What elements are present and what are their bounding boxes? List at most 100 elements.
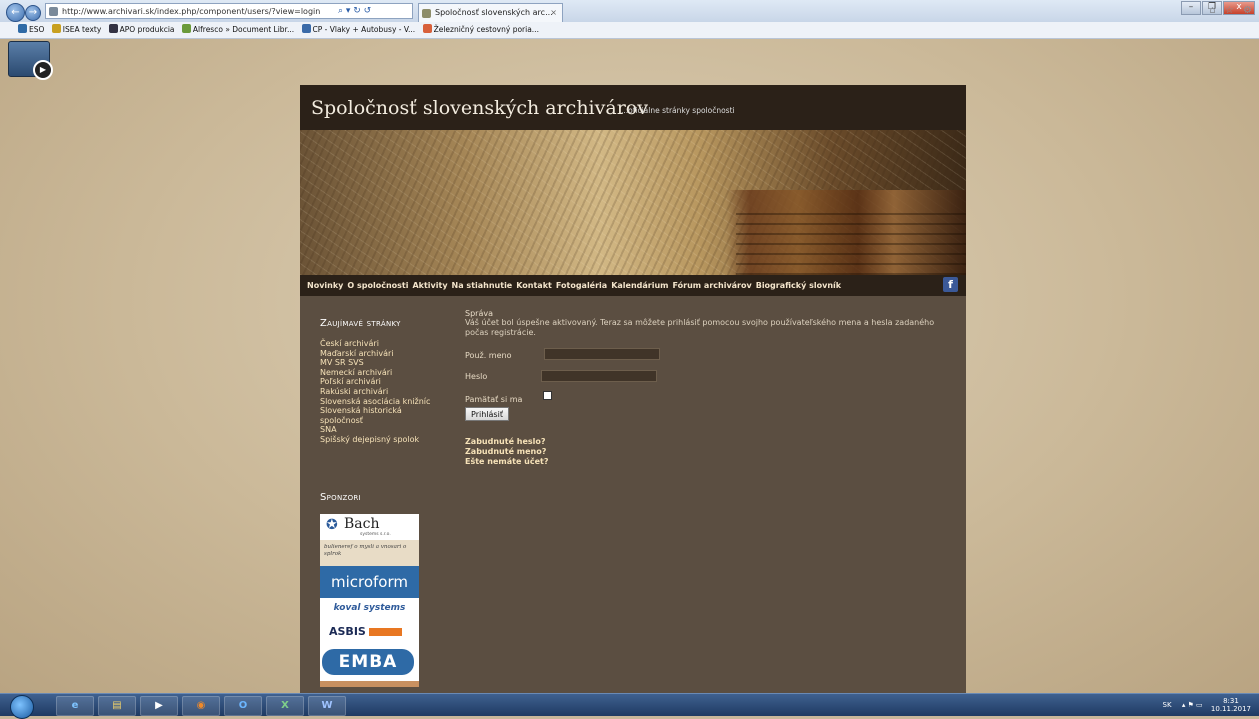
ie-taskbar-icon[interactable]: e (56, 696, 94, 716)
sponsor-emba-logo[interactable]: EMBA (320, 645, 419, 681)
apo-icon (108, 24, 118, 33)
media-player-taskbar-icon[interactable]: ▶ (140, 696, 178, 716)
tab-active[interactable]: Spoločnosť slovenských arc... × (418, 3, 563, 22)
favorite-zsr[interactable]: Železničný cestovný poria... (422, 22, 539, 38)
sidebar-link[interactable]: spoločnosť (320, 416, 460, 426)
remember-checkbox[interactable] (543, 391, 552, 400)
favorites-bar: ESO ISEA texty APO produkcia Alfresco » … (0, 22, 1259, 39)
site-title[interactable]: Spoločnosť slovenských archivárov (311, 97, 648, 119)
sidebar-link[interactable]: Rakúski archivári (320, 387, 460, 397)
sidebar-link[interactable]: Nemeckí archivári (320, 368, 460, 378)
search-refresh-icon[interactable]: ⌕ ▾ ↻ ↺ (338, 6, 371, 16)
sponsor-partial-logo[interactable] (320, 681, 419, 687)
tab-close-icon[interactable]: × (550, 4, 557, 22)
sidebar-heading-text: Sponzori (320, 492, 361, 503)
username-label: Použ. meno (465, 351, 512, 360)
tray-icons[interactable]: ▴ ⚑ ▭ (1182, 701, 1203, 709)
play-icon[interactable]: ▶ (33, 60, 53, 80)
clock-time: 8:31 (1223, 697, 1239, 705)
books-shelf-image (736, 210, 966, 275)
username-input[interactable] (544, 348, 660, 360)
remember-label: Pamätať si ma (465, 395, 523, 404)
sidebar-links: Českí archivári Maďarskí archivári MV SR… (320, 339, 460, 445)
favorite-label: Alfresco » Document Libr... (192, 25, 295, 34)
start-button[interactable] (10, 695, 34, 719)
menu-item-o-spolocnosti[interactable]: O spoločnosti (347, 281, 408, 290)
site-favicon-icon (49, 7, 58, 16)
sponsor-sub: systems s.r.o. (360, 532, 391, 537)
desktop-gadget[interactable]: ▶ (8, 41, 53, 80)
address-text: http://www.archivari.sk/index.php/compon… (62, 7, 321, 16)
sidebar-heading-interesting: Zaujímavé stránky (320, 318, 401, 329)
home-star-gear-icons[interactable]: ⌂ ☆ ⚙ (1209, 5, 1255, 16)
explorer-taskbar-icon[interactable]: ▤ (98, 696, 136, 716)
system-tray: SK ▴ ⚑ ▭ 8:31 10.11.2017 (1163, 694, 1251, 716)
favorite-label: ESO (29, 25, 45, 34)
register-link[interactable]: Ešte nemáte účet? (465, 457, 548, 467)
main-menu: Novinky O spoločnosti Aktivity Na stiahnuti… (300, 275, 966, 296)
sidebar-link[interactable]: MV SR SVS (320, 358, 460, 368)
password-label: Heslo (465, 372, 488, 381)
bach-star-icon: ✪ (326, 517, 338, 533)
forward-button[interactable]: → (25, 5, 41, 21)
menu-item-aktivity[interactable]: Aktivity (412, 281, 447, 290)
sidebar-link[interactable]: Českí archivári (320, 339, 460, 349)
tab-title: Spoločnosť slovenských arc... (435, 8, 553, 17)
favorite-isea[interactable]: ISEA texty (51, 22, 101, 38)
sponsor-koval-logo[interactable]: koval systems (320, 598, 419, 618)
sidebar-link[interactable]: Slovenská historická (320, 406, 460, 416)
menu-item-kontakt[interactable]: Kontakt (516, 281, 552, 290)
outlook-taskbar-icon[interactable]: O (224, 696, 262, 716)
menu-item-fotogaleria[interactable]: Fotogaléria (556, 281, 607, 290)
menu-item-kalendarium[interactable]: Kalendárium (611, 281, 668, 290)
menu-item-biograficky-slovnik[interactable]: Biografický slovník (756, 281, 841, 290)
zsr-icon (422, 24, 432, 33)
address-tools[interactable]: ⌕ ▾ ↻ ↺ (338, 3, 418, 19)
sidebar-heading-sponsors: Sponzori (320, 492, 361, 503)
sponsor-asbis-logo[interactable]: ASBIS (320, 618, 419, 645)
alfresco-icon (181, 24, 191, 33)
page-viewport: ▶ Spoločnosť slovenských archivárov ...o… (0, 39, 1259, 693)
sidebar-link[interactable]: Maďarskí archivári (320, 349, 460, 359)
menu-item-forum[interactable]: Fórum archivárov (673, 281, 752, 290)
sidebar-link[interactable]: Spišský dejepisný spolok (320, 435, 460, 445)
forgot-username-link[interactable]: Zabudnuté meno? (465, 447, 548, 457)
login-button[interactable]: Prihlásiť (465, 407, 509, 421)
taskbar: e ▤ ▶ ◉ O X W SK ▴ ⚑ ▭ 8:31 10.11.2017 (0, 693, 1259, 719)
sidebar-heading-text: Zaujímavé stránky (320, 318, 401, 329)
menu-item-novinky[interactable]: Novinky (307, 281, 343, 290)
cp-icon (301, 24, 311, 33)
favorite-apo[interactable]: APO produkcia (108, 22, 175, 38)
back-button[interactable]: ← (6, 3, 25, 22)
language-indicator[interactable]: SK (1163, 701, 1172, 709)
favorite-label: APO produkcia (119, 25, 175, 34)
clock-date: 10.11.2017 (1210, 705, 1251, 713)
eso-icon (18, 24, 27, 33)
password-input[interactable] (541, 370, 657, 382)
sidebar-link[interactable]: Poľskí archivári (320, 377, 460, 387)
excel-taskbar-icon[interactable]: X (266, 696, 304, 716)
site-container: Spoločnosť slovenských archivárov ...ofi… (300, 85, 966, 693)
site-tagline: ...oficiálne stránky spoločnosti (621, 106, 735, 115)
word-taskbar-icon[interactable]: W (308, 696, 346, 716)
tab-favicon-icon (422, 9, 431, 18)
site-header: Spoločnosť slovenských archivárov ...ofi… (300, 85, 966, 130)
sponsor-name: EMBA (322, 649, 414, 675)
message-title: Správa (465, 309, 493, 318)
forgot-password-link[interactable]: Zabudnuté heslo? (465, 437, 548, 447)
asbis-bar (368, 628, 402, 636)
favorite-eso[interactable]: ESO (18, 22, 44, 38)
favorite-alfresco[interactable]: Alfresco » Document Libr... (181, 22, 295, 38)
favorite-cp[interactable]: CP - Vlaky + Autobusy - V... (301, 22, 415, 38)
clock[interactable]: 8:31 10.11.2017 (1211, 697, 1251, 713)
sidebar-link[interactable]: SNA (320, 425, 460, 435)
facebook-icon[interactable]: f (943, 277, 958, 292)
menu-items: Novinky O spoločnosti Aktivity Na stiahnuti… (307, 275, 845, 296)
sponsor-microform-logo[interactable]: microform (320, 566, 419, 598)
browser-toolbar: ← → http://www.archivari.sk/index.php/co… (0, 0, 1259, 23)
sidebar-link[interactable]: Slovenská asociácia knižníc (320, 397, 460, 407)
firefox-taskbar-icon[interactable]: ◉ (182, 696, 220, 716)
menu-item-na-stiahnutie[interactable]: Na stiahnutie (452, 281, 513, 290)
sponsor-bach-logo[interactable]: ✪ Bach systems s.r.o. bulieneref o mysli… (320, 514, 419, 566)
minimize-button[interactable]: – (1181, 1, 1201, 15)
